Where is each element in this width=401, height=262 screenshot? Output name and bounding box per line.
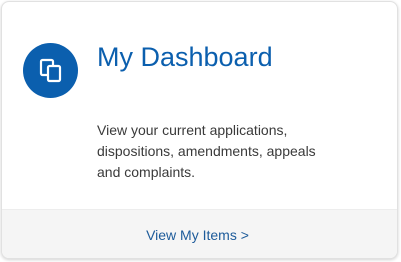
dashboard-card: My Dashboard View your current applicati… xyxy=(1,1,398,259)
copy-documents-icon xyxy=(39,58,61,82)
view-my-items-link[interactable]: View My Items > xyxy=(146,227,249,243)
dashboard-icon-badge xyxy=(23,43,78,98)
card-title: My Dashboard xyxy=(97,42,273,72)
card-description: View your current applications, disposit… xyxy=(97,122,316,180)
card-footer: View My Items > xyxy=(2,209,397,258)
